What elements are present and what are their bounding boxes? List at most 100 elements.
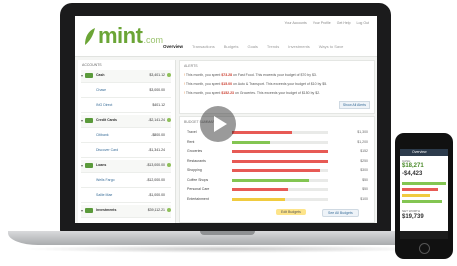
chevron-down-icon[interactable]: ▾ (81, 208, 83, 213)
phone-cash-value: $18,271 (402, 163, 424, 169)
budget-fill (232, 159, 328, 163)
chevron-down-icon[interactable]: ▾ (81, 163, 83, 168)
budget-row[interactable]: Shopping $300 (182, 167, 370, 175)
account-value: $39,112.21 (147, 208, 165, 212)
see-all-budgets-button[interactable]: See All Budgets (322, 209, 359, 217)
phone-bar (402, 194, 430, 197)
budget-amount: $152 (360, 149, 368, 153)
budget-track (232, 197, 328, 201)
alerts-panel: ALERTS ! This month, you spent $73.28 on… (179, 60, 375, 114)
alerts-title: ALERTS (184, 64, 198, 68)
phone-tab-bar[interactable] (400, 231, 448, 239)
tab-investments[interactable]: Investments (288, 44, 310, 49)
chevron-down-icon[interactable]: ▾ (81, 118, 83, 123)
phone-net-value: $19,739 (402, 214, 424, 220)
budget-row[interactable]: Personal Care $50 (182, 186, 370, 194)
tab-ways-to-save[interactable]: Ways to Save (319, 44, 344, 49)
phone-debt-value: -$4,423 (402, 171, 423, 177)
add-icon[interactable] (167, 73, 171, 77)
budget-track (232, 188, 328, 191)
add-icon[interactable] (167, 208, 171, 212)
alert-prefix: This month, you spent (185, 91, 222, 95)
tab-overview[interactable]: Overview (163, 44, 183, 49)
account-row[interactable]: Wells Fargo -$12,000.00 (81, 175, 171, 188)
edit-budgets-button[interactable]: Edit Budgets (276, 209, 306, 215)
floor-shadow (20, 245, 430, 253)
budget-category: Coffee Shops (187, 177, 209, 182)
account-group-row[interactable]: ▾ Loans -$13,000.00 (81, 160, 171, 173)
account-name: Discover Card (96, 148, 119, 152)
main-nav: Overview Transactions Budgets Goals Tren… (163, 44, 343, 49)
budget-category: Personal Care (187, 187, 210, 191)
budget-track (232, 178, 328, 182)
budget-amount: $100 (360, 196, 368, 201)
alert-item[interactable]: ! This month, you spent $15.00 on Auto &… (184, 82, 327, 86)
account-group-row[interactable]: ▾ Cash $3,401.12 (81, 70, 171, 83)
budget-track (232, 169, 328, 172)
mint-logo[interactable]: mint .com (83, 25, 163, 47)
account-name: Investments (96, 208, 117, 212)
budget-row[interactable]: Restaurants $250 (182, 158, 370, 166)
top-link-logout[interactable]: Log Out (357, 21, 369, 25)
warning-icon: ! (184, 73, 185, 77)
account-name: Sallie Mae (96, 193, 113, 197)
tab-goals[interactable]: Goals (247, 44, 257, 49)
account-row[interactable]: Sallie Mae -$1,000.00 (81, 190, 171, 203)
phone-title: Overview (412, 150, 427, 154)
laptop-screen: mint .com Your Accounts Your Profile Get… (75, 16, 377, 223)
budget-row[interactable]: Groceries $152 (182, 148, 370, 156)
phone-bar (402, 182, 446, 185)
top-link-profile[interactable]: Your Profile (313, 21, 331, 25)
budget-amount: $250 (360, 158, 368, 163)
account-row[interactable]: ING Direct $401.12 (81, 100, 171, 113)
account-value: $3,401.12 (149, 73, 165, 77)
tab-transactions[interactable]: Transactions (192, 44, 215, 49)
tab-trends[interactable]: Trends (267, 44, 279, 49)
leaf-icon (85, 28, 95, 45)
account-group-row[interactable]: ▾ Credit Cards -$2,141.24 (81, 115, 171, 128)
logo-suffix: .com (143, 35, 163, 45)
show-all-alerts-button[interactable]: Show All Alerts (338, 101, 370, 109)
laptop-notch (200, 231, 255, 235)
sidebar-title: ACCOUNTS (82, 63, 102, 67)
warning-icon: ! (184, 91, 185, 95)
account-name: Credit Cards (96, 118, 118, 122)
account-value: -$13,000.00 (146, 163, 165, 167)
budget-fill (232, 197, 285, 201)
add-icon[interactable] (167, 118, 171, 122)
account-value: -$2,141.24 (148, 118, 165, 122)
budget-fill (232, 131, 292, 134)
video-play-button[interactable] (200, 106, 236, 142)
tab-budgets[interactable]: Budgets (224, 44, 239, 49)
budget-amount: $1,300 (357, 130, 368, 134)
alert-item[interactable]: ! This month, you spent $73.28 on Fast F… (184, 73, 317, 77)
add-icon[interactable] (167, 163, 171, 167)
app-header: mint .com Your Accounts Your Profile Get… (75, 16, 377, 57)
account-row[interactable]: Chase $3,000.00 (81, 85, 171, 98)
home-button[interactable] (419, 243, 430, 254)
account-row[interactable]: Discover Card -$1,341.24 (81, 145, 171, 158)
budget-track (232, 159, 328, 163)
budget-track (232, 131, 328, 134)
budget-row[interactable]: Coffee Shops $50 (182, 177, 370, 185)
account-name: Wells Fargo (96, 178, 115, 182)
budget-amount: $300 (360, 168, 368, 172)
accounts-sidebar: ACCOUNTS ▾ Cash $3,401.12 Chase $3,000.00 ING… (78, 60, 176, 223)
account-name: ING Direct (96, 103, 113, 107)
account-group-row[interactable]: ▾ Investments $39,112.21 (81, 205, 171, 218)
account-name: Citibank (96, 133, 109, 137)
chevron-down-icon[interactable]: ▾ (81, 73, 83, 78)
phone-screen: Overview CASH $18,271 -$4,423 NET WORTH … (400, 149, 448, 239)
top-link-accounts[interactable]: Your Accounts (285, 21, 307, 25)
top-link-help[interactable]: Get Help (337, 21, 351, 25)
budget-row[interactable]: Entertainment $100 (182, 196, 370, 204)
account-row[interactable]: Citibank -$800.00 (81, 130, 171, 143)
alert-item[interactable]: ! This month, you spent $152.23 on Groce… (184, 91, 320, 95)
account-value: $401.12 (152, 103, 165, 107)
budget-fill (232, 150, 328, 153)
budget-category: Groceries (187, 149, 203, 153)
top-links: Your Accounts Your Profile Get Help Log … (285, 21, 370, 25)
account-type-icon (85, 208, 93, 213)
alert-amount: $152.23 (221, 91, 234, 95)
budget-track (232, 150, 328, 153)
